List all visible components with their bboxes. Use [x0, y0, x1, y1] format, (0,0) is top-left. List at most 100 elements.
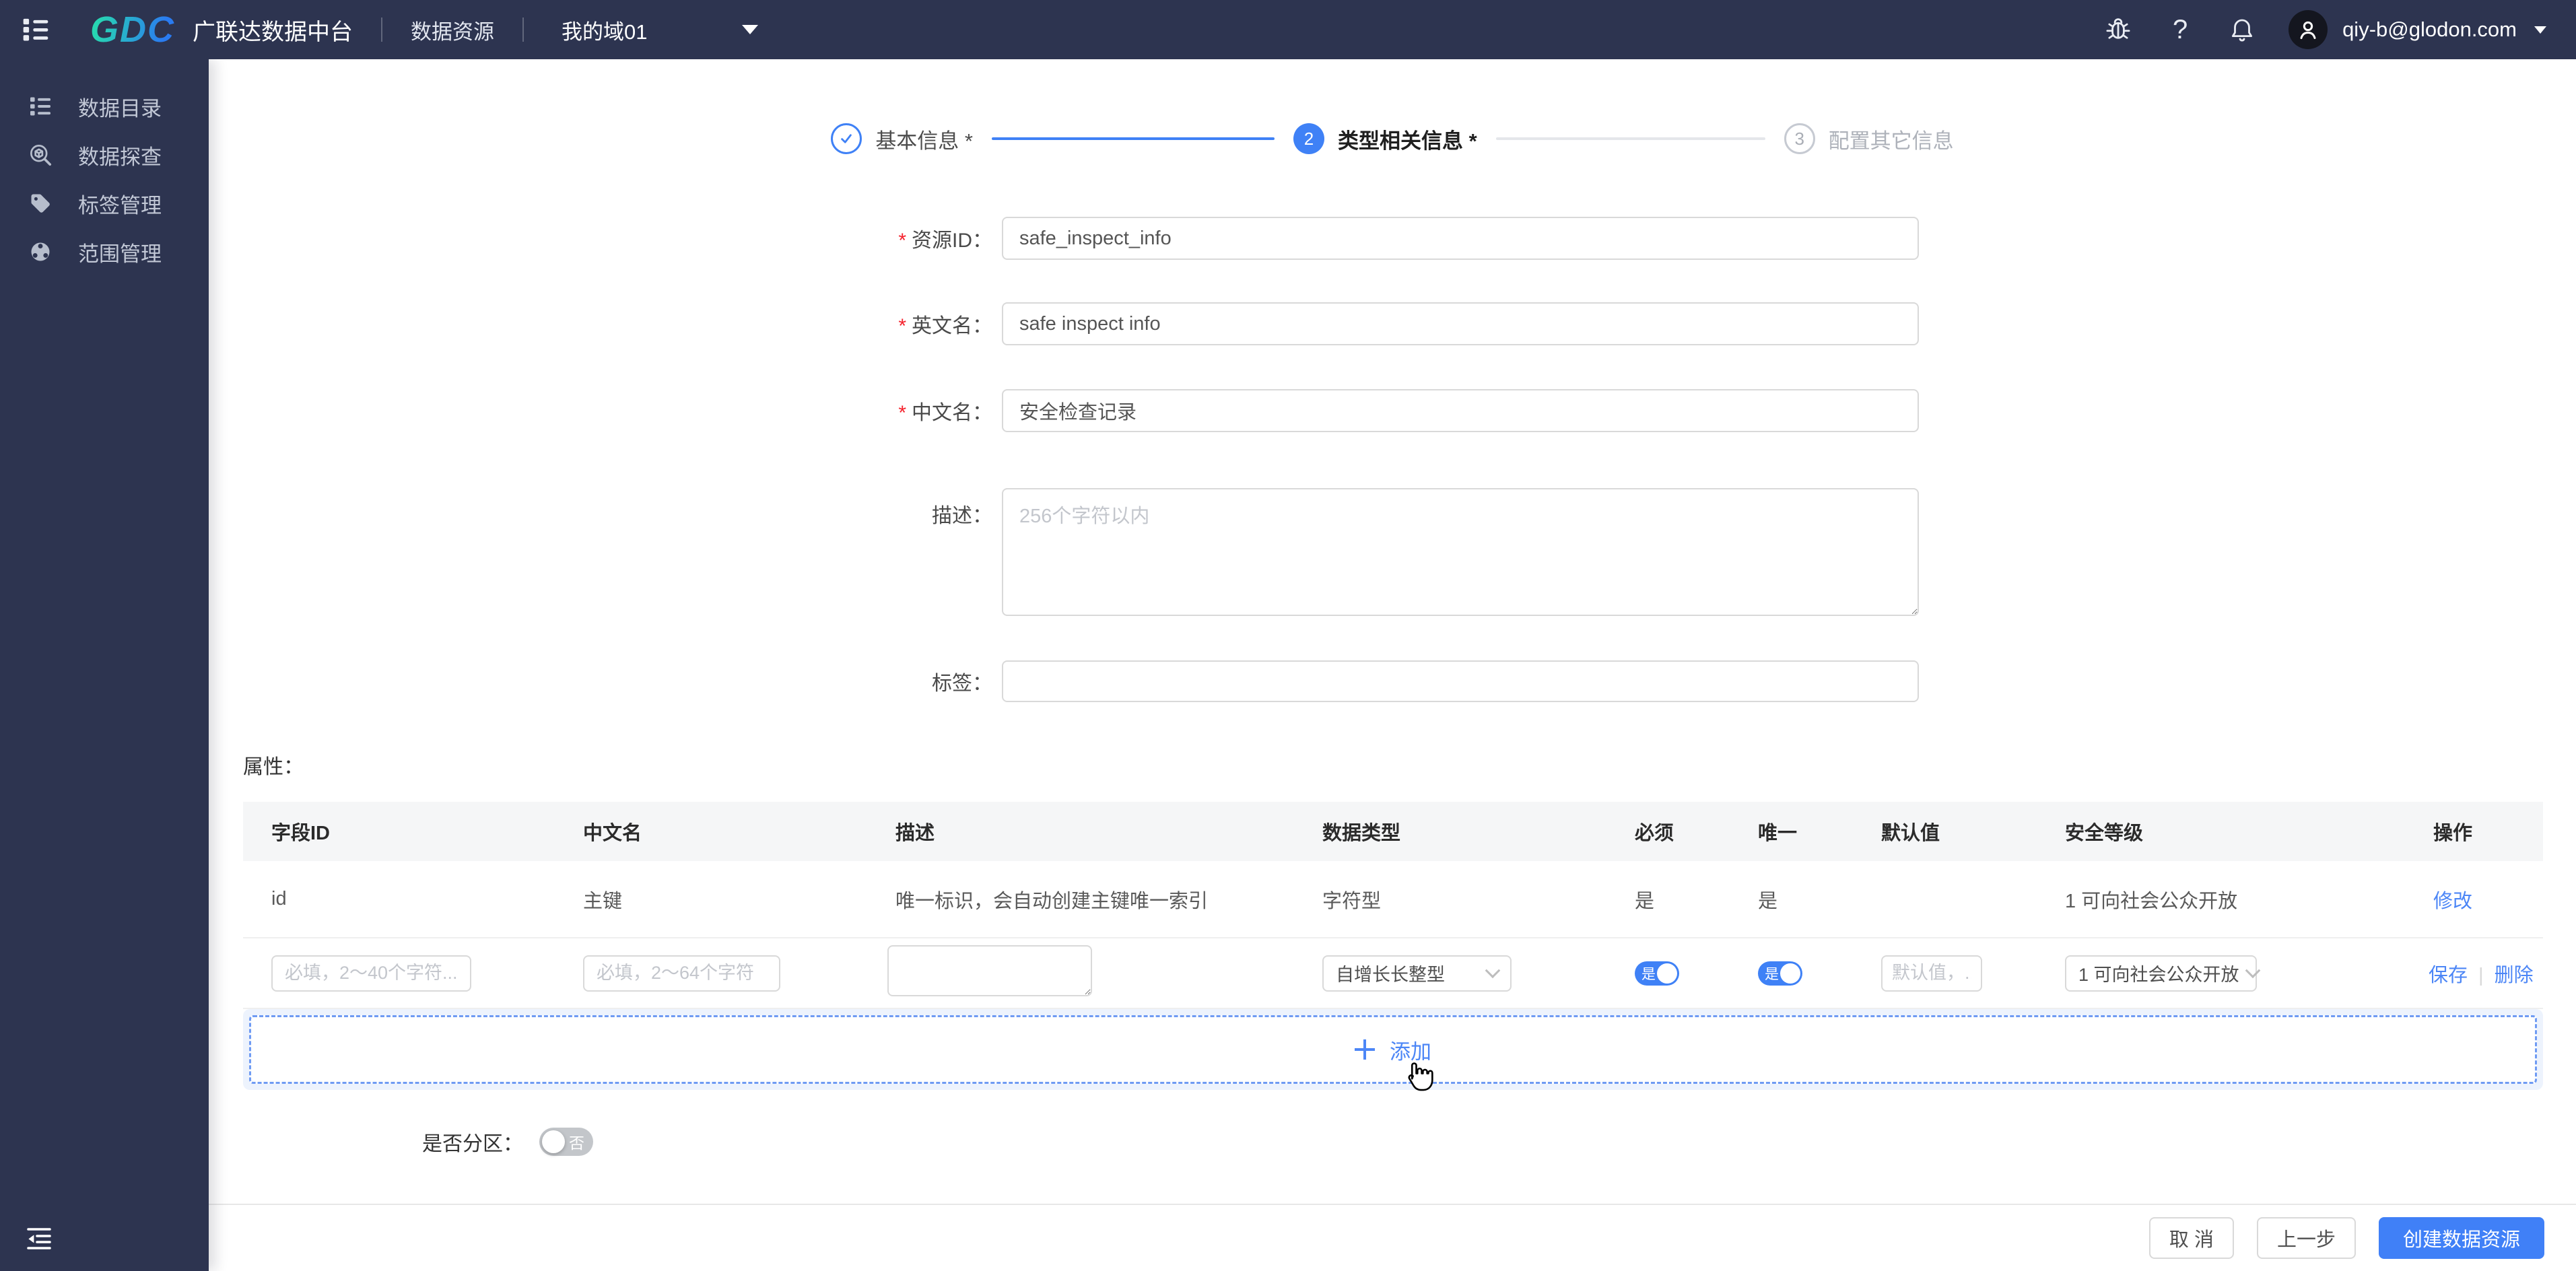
chevron-down-icon [2245, 962, 2260, 978]
form-row-english-name: * 英文名： [209, 302, 1919, 345]
description-label: 描述： [932, 505, 992, 527]
col-header-data-type: 数据类型 [1322, 823, 1401, 844]
step-1-label: 基本信息 * [875, 129, 973, 153]
sidebar-item-scope-management[interactable]: 范围管理 [0, 228, 209, 276]
previous-step-button[interactable]: 上一步 [2256, 1217, 2356, 1259]
toggle-knob [1657, 963, 1677, 984]
bug-report-icon[interactable] [2103, 14, 2134, 45]
data-explore-icon [28, 143, 53, 167]
cell-required: 是 [1635, 890, 1655, 912]
partition-label: 是否分区： [422, 1133, 523, 1155]
unique-toggle-label: 是 [1765, 966, 1779, 982]
step-connector-pending [1495, 137, 1765, 140]
attributes-section-label: 属性： [243, 756, 304, 778]
form-row-description: 描述： [209, 488, 1919, 616]
data-catalog-icon [28, 94, 53, 118]
help-icon[interactable]: ? [2165, 14, 2196, 45]
delete-link[interactable]: 删除 [2495, 965, 2534, 986]
nav-item-data-resources[interactable]: 数据资源 [411, 15, 494, 45]
cell-unique: 是 [1758, 890, 1778, 912]
form-row-resource-id: * 资源ID： [209, 217, 1919, 260]
step-1-circle[interactable] [831, 123, 862, 154]
wizard-stepper: 基本信息 * 2 类型相关信息 * 3 配置其它信息 [209, 123, 2576, 154]
app-grid-menu-icon[interactable] [20, 14, 51, 45]
col-header-security: 安全等级 [2065, 823, 2144, 844]
description-cell-textarea[interactable] [887, 944, 1092, 996]
footer-action-bar: 取 消 上一步 创建数据资源 [209, 1204, 2576, 1271]
cell-field-id: id [271, 888, 287, 909]
sidebar-item-label: 标签管理 [78, 193, 162, 217]
domain-selector-label: 我的域01 [562, 20, 648, 44]
resource-id-label: * 资源ID： [898, 230, 992, 252]
tags-input[interactable] [1002, 660, 1919, 702]
step-3-label: 配置其它信息 [1828, 129, 1954, 153]
english-name-input[interactable] [1002, 302, 1919, 345]
data-type-select[interactable]: 自增长长整型 [1322, 955, 1512, 992]
unique-toggle[interactable]: 是 [1758, 961, 1802, 986]
tags-label: 标签： [932, 673, 992, 695]
toggle-knob [542, 1130, 565, 1153]
col-header-field-id: 字段ID [271, 823, 331, 844]
cell-description: 唯一标识，会自动创建主键唯一索引 [895, 890, 1209, 912]
action-divider: | [2478, 964, 2484, 986]
product-name: 广联达数据中台 [193, 19, 353, 45]
cn-name-input[interactable] [583, 955, 780, 992]
partition-toggle[interactable]: 否 [539, 1128, 593, 1156]
step-3-circle[interactable]: 3 [1784, 123, 1815, 154]
save-link[interactable]: 保存 [2429, 965, 2468, 986]
resource-id-input[interactable] [1002, 217, 1919, 260]
cell-security: 1 可向社会公众开放 [2065, 890, 2238, 912]
user-email[interactable]: qiy-b@glodon.com [2342, 18, 2517, 42]
create-data-resource-button[interactable]: 创建数据资源 [2378, 1217, 2544, 1259]
chinese-name-input[interactable] [1002, 389, 1919, 432]
default-value-input[interactable] [1881, 955, 1982, 992]
step-2-label: 类型相关信息 * [1338, 129, 1477, 153]
gdc-logo: GDC [90, 9, 175, 50]
check-icon [841, 134, 852, 143]
sidebar-item-label: 范围管理 [78, 242, 162, 266]
sidebar-item-tag-management[interactable]: 标签管理 [0, 179, 209, 228]
col-header-default: 默认值 [1881, 823, 1940, 844]
cancel-button[interactable]: 取 消 [2148, 1217, 2234, 1259]
description-textarea[interactable] [1002, 488, 1919, 616]
notification-bell-icon[interactable] [2227, 14, 2258, 45]
form-row-chinese-name: * 中文名： [209, 389, 1919, 432]
sidebar-item-label: 数据目录 [78, 96, 162, 121]
add-row-container: 添加 [243, 1009, 2543, 1090]
required-toggle[interactable]: 是 [1635, 961, 1679, 986]
chevron-down-icon [742, 25, 758, 34]
user-menu-chevron-icon[interactable] [2534, 26, 2546, 34]
partition-row: 是否分区： 否 [422, 1127, 593, 1157]
step-2-circle[interactable]: 2 [1293, 123, 1324, 154]
col-header-required: 必须 [1635, 823, 1674, 844]
sidebar-item-data-explore[interactable]: 数据探查 [0, 131, 209, 179]
cell-cn-name: 主键 [583, 890, 623, 912]
scope-icon [28, 240, 53, 264]
sidebar-item-data-catalog[interactable]: 数据目录 [0, 82, 209, 131]
main-content: 基本信息 * 2 类型相关信息 * 3 配置其它信息 *资源ID： *英文名： … [209, 59, 2576, 1271]
required-marker: * [898, 315, 906, 337]
required-marker: * [898, 230, 906, 252]
cell-data-type: 字符型 [1322, 890, 1382, 912]
security-level-select[interactable]: 1 可向社会公众开放 [2065, 955, 2260, 992]
col-header-unique: 唯一 [1758, 823, 1798, 844]
security-level-select-value: 1 可向社会公众开放 [2078, 965, 2239, 985]
tag-icon [28, 191, 53, 215]
add-attribute-button[interactable]: 添加 [249, 1015, 2537, 1084]
edit-link[interactable]: 修改 [2433, 891, 2472, 912]
chinese-name-label: * 中文名： [898, 402, 992, 424]
english-name-label: * 英文名： [898, 315, 992, 337]
sidebar-collapse-icon[interactable] [23, 1223, 55, 1255]
plus-icon [1355, 1039, 1375, 1060]
attributes-table: 字段ID 中文名 描述 数据类型 必须 唯一 默认值 安全等级 操作 id 主键… [243, 802, 2543, 1009]
partition-toggle-label: 否 [569, 1134, 584, 1152]
domain-selector[interactable]: 我的域01 [562, 15, 758, 45]
col-header-action: 操作 [2433, 823, 2472, 844]
table-header-row: 字段ID 中文名 描述 数据类型 必须 唯一 默认值 安全等级 操作 [243, 802, 2543, 861]
topbar-left: GDC 广联达数据中台 数据资源 我的域01 [20, 9, 758, 50]
user-avatar[interactable] [2289, 10, 2328, 49]
field-id-input[interactable] [271, 955, 471, 992]
data-type-select-value: 自增长长整型 [1336, 965, 1445, 985]
required-marker: * [898, 402, 906, 424]
required-toggle-label: 是 [1641, 966, 1656, 982]
